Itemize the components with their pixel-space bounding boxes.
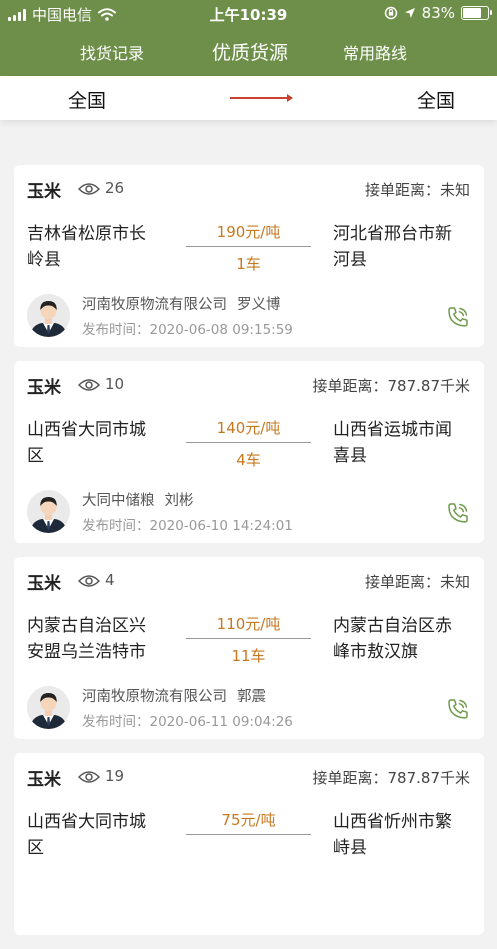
- avatar: [27, 294, 70, 337]
- card-header: 玉米 10 接单距离：787.87千米: [27, 373, 470, 398]
- goods-type: 玉米: [27, 574, 61, 594]
- cargo-card[interactable]: 玉米 4 接单距离：未知 内蒙古自治区兴安盟乌兰浩特市 110元/吨 11车 内…: [14, 557, 484, 739]
- distance-value: 未知: [439, 181, 470, 199]
- orientation-lock-icon: [384, 6, 397, 20]
- cargo-card[interactable]: 玉米 10 接单距离：787.87千米 山西省大同市城区 140元/吨 4车 山…: [14, 361, 484, 543]
- distance-value: 未知: [439, 573, 470, 591]
- distance-value: 787.87千米: [387, 377, 471, 395]
- cargo-list: 玉米 26 接单距离：未知 吉林省松原市长岭县 190元/吨 1车 河北省邢台市…: [14, 165, 484, 949]
- origin-address: 内蒙古自治区兴安盟乌兰浩特市: [27, 616, 146, 662]
- user-avatar-icon: [30, 497, 67, 533]
- company-name: 河南牧原物流有限公司: [82, 689, 227, 705]
- phone-icon[interactable]: [446, 305, 470, 329]
- user-avatar-icon: [30, 693, 67, 729]
- pickup-distance: 接单距离：未知: [365, 571, 470, 592]
- avatar: [27, 686, 70, 729]
- user-avatar-icon: [30, 301, 67, 337]
- contact-person: 刘彬: [164, 493, 194, 509]
- pickup-distance: 接单距离：未知: [365, 179, 470, 200]
- goods-type: 玉米: [27, 182, 61, 202]
- origin-address: 山西省大同市城区: [27, 812, 146, 858]
- eye-icon: [78, 575, 100, 587]
- freight-price: 190元/吨: [216, 223, 281, 241]
- distance-label: 接单距离：: [312, 769, 388, 787]
- battery-level: [463, 8, 482, 18]
- eye-icon: [78, 771, 100, 783]
- contact-person: 郭震: [237, 689, 266, 705]
- eye-icon: [78, 379, 100, 391]
- destination-address: 河北省邢台市新河县: [333, 224, 452, 270]
- tab-common-routes[interactable]: 常用路线: [343, 40, 407, 64]
- phone-icon[interactable]: [446, 501, 470, 525]
- tab-quality-cargo[interactable]: 优质货源: [212, 38, 288, 65]
- route-divider: [186, 246, 311, 247]
- goods-type: 玉米: [27, 770, 61, 790]
- freight-price: 110元/吨: [216, 615, 281, 633]
- status-bar: 中国电信 上午10:39 83%: [0, 0, 497, 26]
- route-arrow-icon: [230, 94, 293, 102]
- publish-label: 发布时间：: [82, 518, 150, 534]
- route-divider: [186, 638, 311, 639]
- publish-time: 2020-06-10 14:24:01: [149, 518, 293, 534]
- freight-price: 140元/吨: [216, 419, 281, 437]
- cargo-card[interactable]: 玉米 26 接单距离：未知 吉林省松原市长岭县 190元/吨 1车 河北省邢台市…: [14, 165, 484, 347]
- distance-label: 接单距离：: [364, 181, 440, 199]
- origin-address: 山西省大同市城区: [27, 420, 146, 466]
- route-divider: [186, 834, 311, 835]
- publish-info: 发布时间：2020-06-08 09:15:59: [82, 318, 293, 338]
- shipper-info: 河南牧原物流有限公司 郭震: [82, 685, 266, 706]
- route-filter-bar: 全国 全国: [0, 76, 497, 120]
- top-nav: 找货记录 优质货源 常用路线: [0, 26, 497, 76]
- route-divider: [186, 442, 311, 443]
- pickup-distance: 接单距离：787.87千米: [312, 767, 470, 788]
- publish-time: 2020-06-11 09:04:26: [149, 714, 293, 730]
- tab-search-history[interactable]: 找货记录: [80, 40, 144, 64]
- publish-time: 2020-06-08 09:15:59: [149, 322, 293, 338]
- view-count: 10: [105, 375, 125, 393]
- distance-label: 接单距离：: [364, 573, 440, 591]
- eye-icon: [78, 183, 100, 195]
- distance-label: 接单距离：: [312, 377, 388, 395]
- company-name: 河南牧原物流有限公司: [82, 297, 227, 313]
- truck-count: 4车: [236, 451, 261, 469]
- truck-count: 11车: [231, 647, 266, 665]
- battery-percent: 83%: [421, 4, 455, 22]
- freight-price: 75元/吨: [221, 811, 276, 829]
- card-header: 玉米 19 接单距离：787.87千米: [27, 765, 470, 790]
- card-header: 玉米 26 接单距离：未知: [27, 177, 470, 202]
- publish-label: 发布时间：: [82, 322, 150, 338]
- publish-info: 发布时间：2020-06-11 09:04:26: [82, 710, 293, 730]
- view-count: 26: [105, 179, 125, 197]
- avatar: [27, 490, 70, 533]
- publish-info: 发布时间：2020-06-10 14:24:01: [82, 514, 293, 534]
- card-header: 玉米 4 接单距离：未知: [27, 569, 470, 594]
- shipper-info: 大同中储粮 刘彬: [82, 489, 194, 510]
- location-arrow-icon: [404, 8, 415, 18]
- truck-count: 1车: [236, 255, 261, 273]
- route-to-selector[interactable]: 全国: [417, 86, 455, 113]
- destination-address: 内蒙古自治区赤峰市敖汉旗: [333, 616, 452, 662]
- publish-label: 发布时间：: [82, 714, 150, 730]
- route-from-selector[interactable]: 全国: [68, 86, 106, 113]
- view-count: 4: [105, 571, 115, 589]
- destination-address: 山西省运城市闻喜县: [333, 420, 452, 466]
- battery-icon: [461, 6, 492, 20]
- goods-type: 玉米: [27, 378, 61, 398]
- contact-person: 罗义博: [237, 297, 281, 313]
- destination-address: 山西省忻州市繁峙县: [333, 812, 452, 858]
- status-right: 83%: [384, 4, 492, 22]
- app-header: 中国电信 上午10:39 83% 找货记录 优质货源 常用路线: [0, 0, 497, 76]
- view-count: 19: [105, 767, 125, 785]
- phone-icon[interactable]: [446, 697, 470, 721]
- distance-value: 787.87千米: [387, 769, 471, 787]
- origin-address: 吉林省松原市长岭县: [27, 224, 146, 270]
- shipper-info: 河南牧原物流有限公司 罗义博: [82, 293, 281, 314]
- cargo-card[interactable]: 玉米 19 接单距离：787.87千米 山西省大同市城区 75元/吨 山西省忻州…: [14, 753, 484, 935]
- company-name: 大同中储粮: [82, 493, 155, 509]
- pickup-distance: 接单距离：787.87千米: [312, 375, 470, 396]
